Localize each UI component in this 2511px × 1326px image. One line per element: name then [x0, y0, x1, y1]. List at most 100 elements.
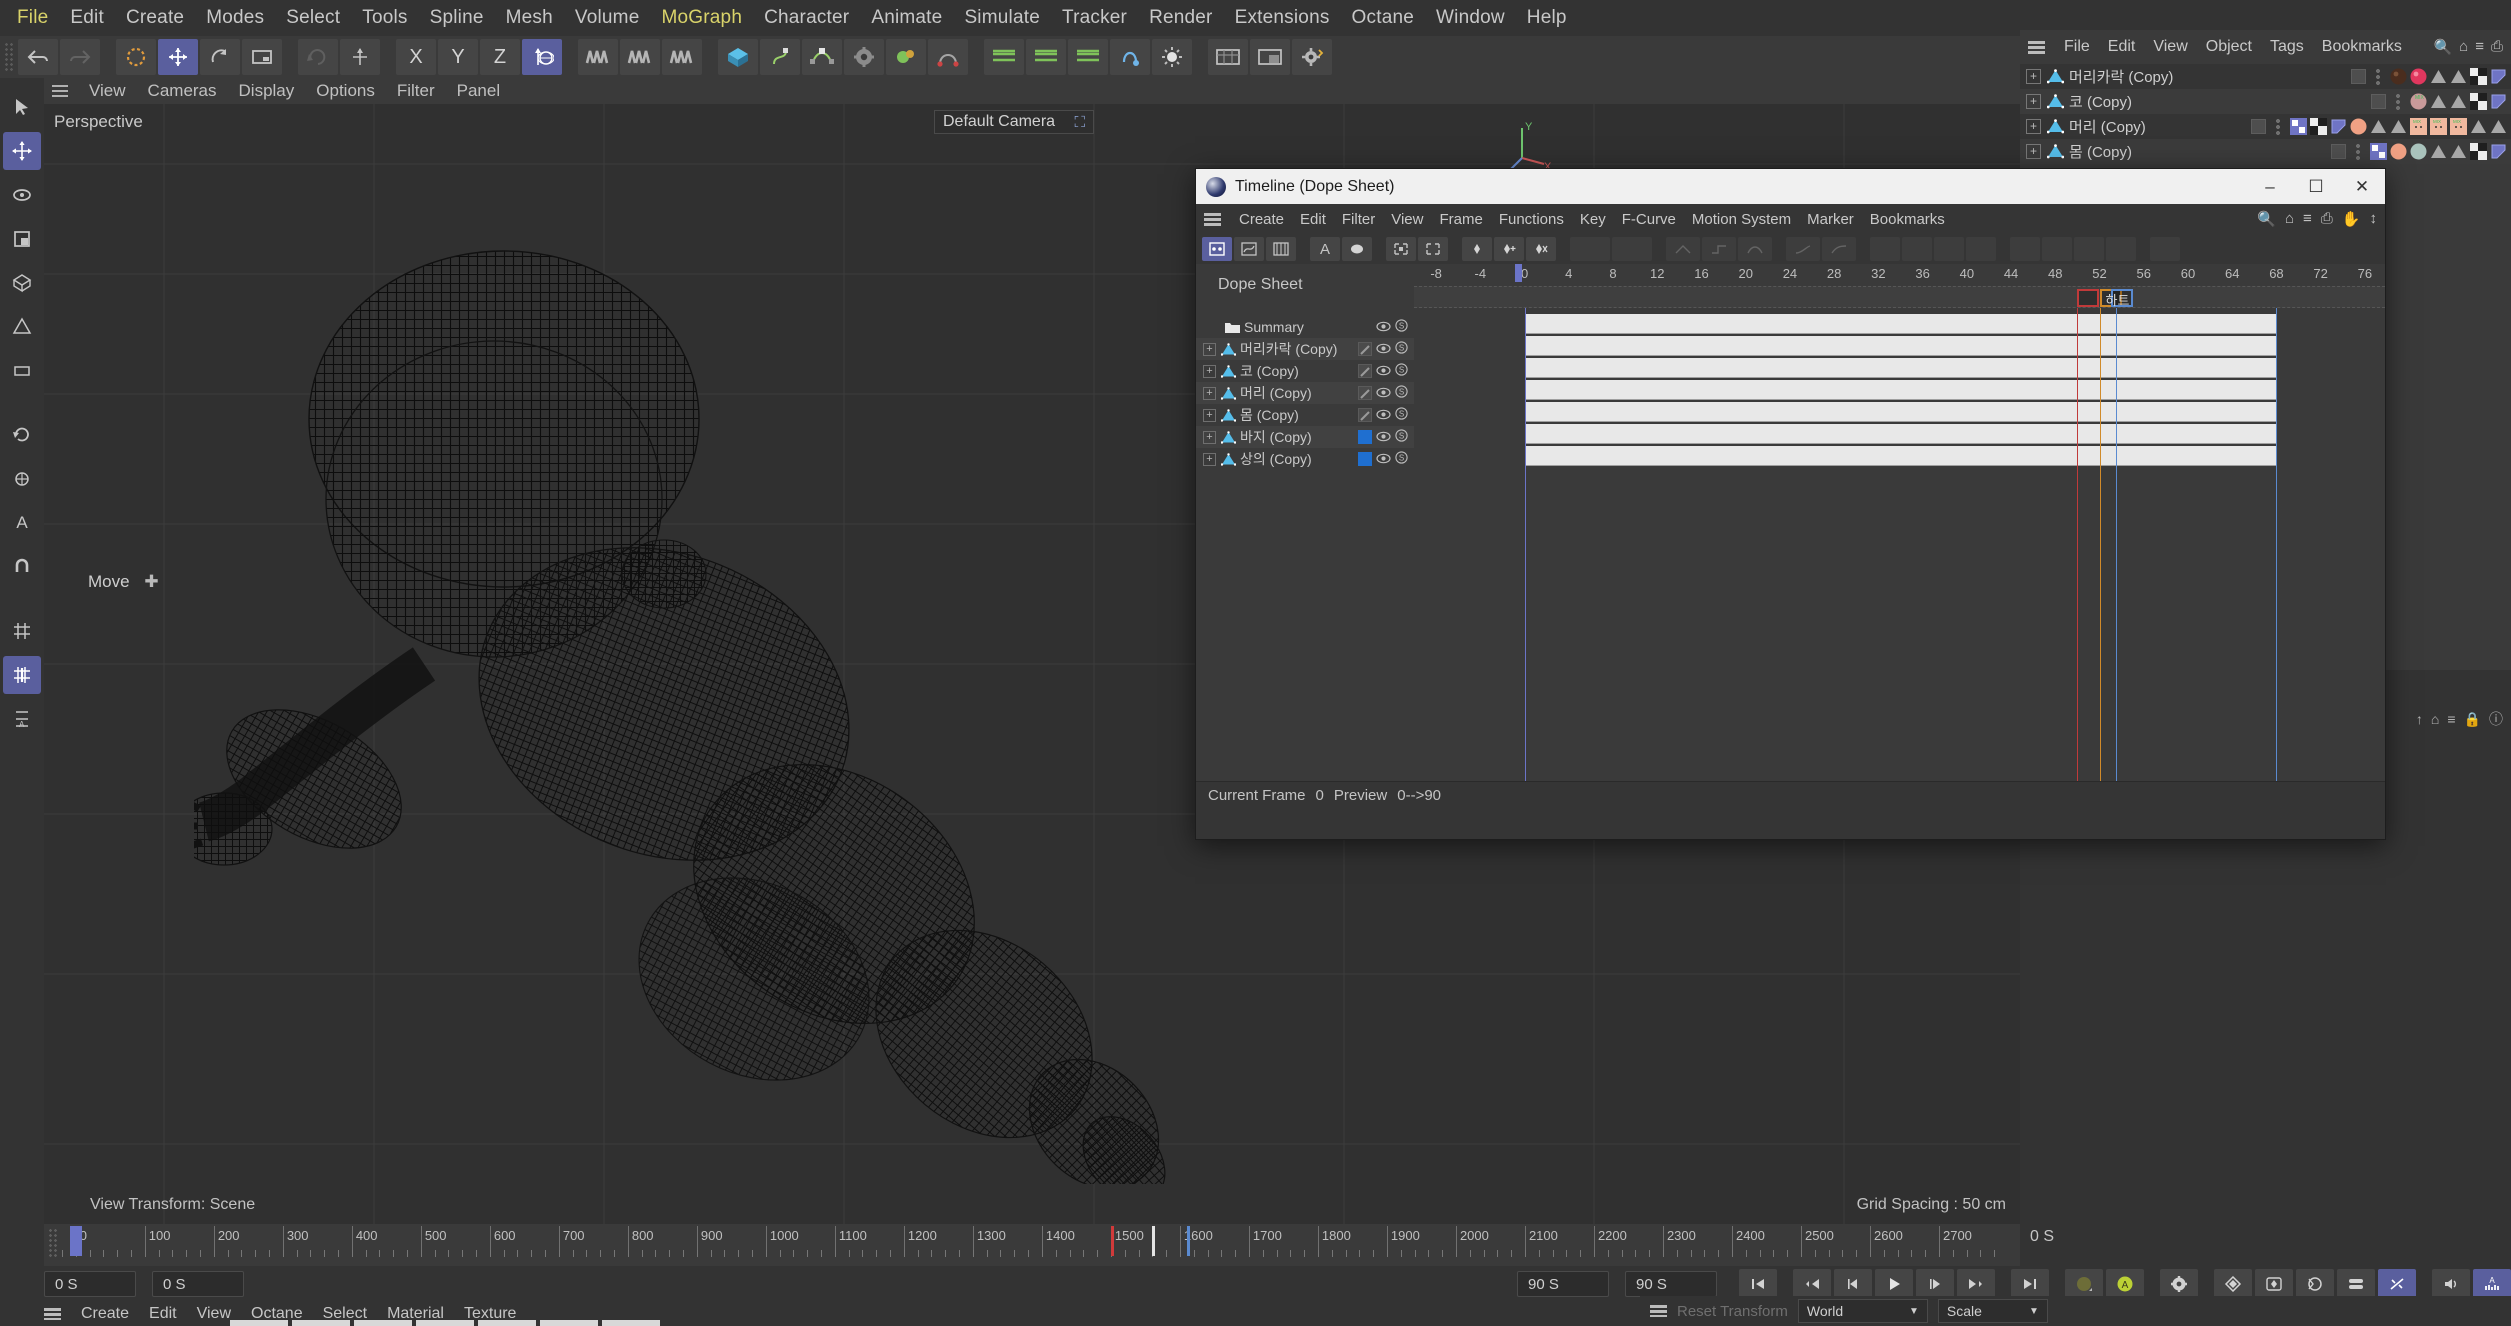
region-tool-button[interactable]	[2150, 237, 2180, 261]
sphere-pink-tag-icon[interactable]	[2410, 68, 2427, 85]
checker-tag-icon[interactable]	[2310, 118, 2327, 135]
timeline-key-track[interactable]	[1524, 446, 2277, 466]
spline-pen-button[interactable]	[760, 39, 800, 75]
redo-button[interactable]	[60, 39, 100, 75]
object-manager-menu-item-edit[interactable]: Edit	[2099, 38, 2145, 56]
preview-end-field[interactable]: 90 S	[1517, 1271, 1609, 1297]
layer-color-swatch[interactable]	[1358, 430, 1372, 444]
face-tag-icon[interactable]: MIX	[2450, 118, 2467, 135]
next-key-button[interactable]	[1957, 1269, 1995, 1299]
viewport-hamburger-icon[interactable]	[52, 85, 68, 97]
checker-tag-icon[interactable]	[2470, 93, 2487, 110]
bottom-playhead[interactable]	[69, 1226, 82, 1256]
visibility-dots-icon[interactable]	[2375, 68, 2381, 85]
hand-icon[interactable]: ✋	[2342, 210, 2361, 228]
position-key-button[interactable]	[2214, 1269, 2252, 1299]
timeline-title-bar[interactable]: Timeline (Dope Sheet) – ☐ ✕	[1196, 169, 2385, 204]
expand-icon[interactable]: +	[1203, 452, 1216, 466]
timeline-row[interactable]: + 머리 (Copy) S	[1196, 382, 1414, 404]
value-field-2[interactable]	[1612, 237, 1652, 261]
eye-icon[interactable]	[1376, 386, 1391, 401]
dope-sheet-mode-button[interactable]	[1202, 237, 1232, 261]
cloner-object-button[interactable]	[1026, 39, 1066, 75]
keyframe-selection-button[interactable]	[2160, 1269, 2198, 1299]
modeling-deformer-button[interactable]	[844, 39, 884, 75]
edge-mode-button[interactable]	[620, 39, 660, 75]
nurbs-button[interactable]	[802, 39, 842, 75]
timeline-row[interactable]: + 상의 (Copy) S	[1196, 448, 1414, 470]
triangle-tag-icon[interactable]	[2390, 118, 2407, 135]
autokeying-toggle-button[interactable]: A	[2106, 1269, 2144, 1299]
menu-item-mesh[interactable]: Mesh	[495, 4, 564, 32]
menu-item-file[interactable]: File	[6, 4, 59, 32]
delete-key-button[interactable]	[1526, 237, 1556, 261]
end-time-field[interactable]: 90 S	[1625, 1271, 1717, 1297]
timeline-row[interactable]: + 몸 (Copy) S	[1196, 404, 1414, 426]
menu-item-simulate[interactable]: Simulate	[953, 4, 1051, 32]
solo-icon[interactable]: S	[1395, 451, 1408, 467]
triangle-tag-icon[interactable]	[2430, 68, 2447, 85]
move-tool-icon[interactable]	[3, 132, 41, 170]
material-thumb[interactable]	[354, 1320, 412, 1326]
home-icon[interactable]: ⌂	[2431, 711, 2439, 727]
undo-history-icon[interactable]	[3, 416, 41, 454]
solo-icon[interactable]: S	[1395, 363, 1408, 379]
menu-item-extensions[interactable]: Extensions	[1224, 4, 1341, 32]
polygon-mode-button[interactable]	[662, 39, 702, 75]
visibility-dots-icon[interactable]	[2275, 118, 2281, 135]
solo-icon[interactable]: S	[1395, 385, 1408, 401]
array-object-button[interactable]	[984, 39, 1024, 75]
menu-item-volume[interactable]: Volume	[564, 4, 651, 32]
material-thumb[interactable]	[602, 1320, 660, 1326]
timeline-key-track[interactable]	[1524, 402, 2277, 422]
filter-icon[interactable]: ≡	[2475, 38, 2484, 56]
triangle-tag-icon[interactable]	[2370, 118, 2387, 135]
viewport-menu-item-options[interactable]: Options	[305, 81, 386, 101]
bottom-ruler-grip[interactable]	[48, 1228, 57, 1258]
prev-frame-button[interactable]	[1834, 1269, 1872, 1299]
align-left-button[interactable]	[1870, 237, 1900, 261]
expand-icon[interactable]: +	[1203, 364, 1216, 378]
frame-all-button[interactable]	[1386, 237, 1416, 261]
prev-key-button[interactable]	[1793, 1269, 1831, 1299]
viewport-menu-item-cameras[interactable]: Cameras	[137, 81, 228, 101]
linear-interp-button[interactable]	[1666, 237, 1700, 261]
triangle-tag-icon[interactable]	[2430, 93, 2447, 110]
triangle-tag-icon[interactable]	[2430, 143, 2447, 160]
solo-icon[interactable]: S	[1395, 407, 1408, 423]
ease-in-button[interactable]	[1786, 237, 1820, 261]
deformer-object-button[interactable]	[928, 39, 968, 75]
edit-mode-icon[interactable]	[2371, 94, 2386, 109]
add-key-button[interactable]	[1494, 237, 1524, 261]
move-tool-button[interactable]	[158, 39, 198, 75]
material-hamburger-icon[interactable]	[44, 1308, 61, 1320]
solo-icon[interactable]: S	[1395, 319, 1408, 335]
param-key-button[interactable]	[2337, 1269, 2375, 1299]
timeline-row[interactable]: + 바지 (Copy) S	[1196, 426, 1414, 448]
axis-text-icon[interactable]: A	[3, 700, 41, 738]
timeline-key-track[interactable]	[1524, 424, 2277, 444]
sound-toggle-button[interactable]	[2432, 1269, 2470, 1299]
timeline-menu-item-motion-system[interactable]: Motion System	[1684, 211, 1799, 228]
eye-icon[interactable]	[1376, 364, 1391, 379]
up-arrow-icon[interactable]: ↑	[2416, 711, 2423, 727]
material-thumb[interactable]	[540, 1320, 598, 1326]
timeline-menu-item-functions[interactable]: Functions	[1491, 211, 1572, 228]
subdivision-surface-button[interactable]	[1068, 39, 1108, 75]
record-active-objects-button[interactable]	[2065, 1269, 2103, 1299]
fcurve-mode-button[interactable]	[1234, 237, 1264, 261]
toolbar-grip[interactable]	[4, 42, 14, 72]
sphere-brown-tag-icon[interactable]	[2390, 68, 2407, 85]
minimize-button[interactable]: –	[2247, 169, 2293, 204]
sphere-skin-tag-icon[interactable]	[2390, 143, 2407, 160]
undo-button[interactable]	[18, 39, 58, 75]
menu-item-window[interactable]: Window	[1425, 4, 1516, 32]
corner-tag-icon[interactable]	[2330, 118, 2347, 135]
object-manager-menu-item-tags[interactable]: Tags	[2261, 38, 2313, 56]
rotate-tool-button[interactable]	[200, 39, 240, 75]
timeline-ruler[interactable]: -8 -4 0 4 8 12 16 20 24 28 32 36 40 44 48 52 56 60 64 68 72 7…	[1414, 264, 2385, 286]
menu-item-create[interactable]: Create	[115, 4, 195, 32]
mirror-keys-button[interactable]	[2010, 237, 2040, 261]
checker-tag-icon[interactable]	[2470, 143, 2487, 160]
timeline-key-track[interactable]	[1524, 358, 2277, 378]
